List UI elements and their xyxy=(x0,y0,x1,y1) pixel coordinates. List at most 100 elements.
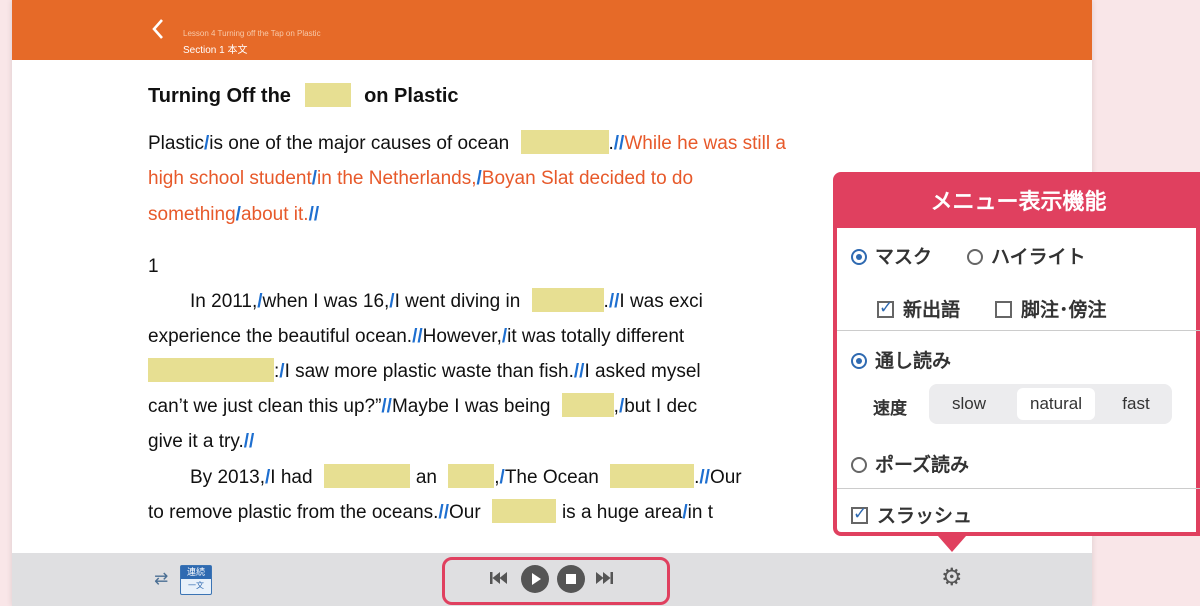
text-chunk: Our xyxy=(709,467,742,488)
masked-word[interactable] xyxy=(448,464,495,488)
back-chevron-icon[interactable] xyxy=(151,18,173,42)
passage-title: Turning Off the on Plastic xyxy=(148,82,459,110)
speed-label: 速度 xyxy=(873,399,907,418)
footnote-label: 脚注･傍注 xyxy=(1021,300,1107,321)
slash-mark: // xyxy=(381,396,392,417)
text-line: to remove plastic from the oceans.//Our … xyxy=(148,499,713,527)
title-text: Turning Off the xyxy=(148,85,291,107)
menu-popup: メニュー表示機能 マスク ハイライト 新出語 脚注･傍注 通し読み 速度 slo… xyxy=(833,172,1200,536)
checkbox-icon xyxy=(995,301,1012,318)
text-line: can’t we just clean this up?”//Maybe I w… xyxy=(148,393,697,421)
repeat-icon[interactable]: ⇄ xyxy=(154,569,168,589)
text-chunk: an xyxy=(415,467,437,488)
highlighted-text: something xyxy=(148,204,236,225)
text-chunk: The Ocean xyxy=(504,467,599,488)
mask-option[interactable]: マスク xyxy=(851,242,932,269)
text-chunk: Maybe I was being xyxy=(391,396,551,417)
text-chunk: but I dec xyxy=(624,396,698,417)
checkbox-checked-icon xyxy=(851,504,868,524)
lesson-title: Lesson 4 Turning off the Tap on Plastic xyxy=(183,29,321,38)
read-through-option[interactable]: 通し読み xyxy=(851,346,951,373)
masked-word[interactable] xyxy=(561,393,614,417)
masked-word[interactable] xyxy=(323,464,410,488)
text-chunk: experience the beautiful ocean. xyxy=(148,326,413,347)
new-words-label: 新出語 xyxy=(903,300,961,321)
text-line: something/about it.// xyxy=(148,201,319,229)
header-bar: Lesson 4 Turning off the Tap on Plastic … xyxy=(12,0,1092,60)
speed-slow[interactable]: slow xyxy=(929,384,1009,424)
text-line: In 2011,/when I was 16,/I went diving in… xyxy=(190,288,703,316)
text-chunk: give it a try. xyxy=(148,431,244,452)
text-chunk: I went diving in xyxy=(394,291,521,312)
read-through-label: 通し読み xyxy=(875,351,952,372)
text-chunk: In 2011, xyxy=(190,291,258,312)
highlight-option[interactable]: ハイライト xyxy=(967,242,1086,269)
pause-read-option[interactable]: ポーズ読み xyxy=(851,450,969,477)
text-chunk: is one of the major causes of ocean xyxy=(209,133,510,154)
highlight-label: ハイライト xyxy=(991,247,1086,268)
text-chunk: By 2013, xyxy=(190,467,265,488)
divider xyxy=(837,488,1200,489)
slash-label: スラッシュ xyxy=(877,506,973,527)
new-words-checkbox[interactable]: 新出語 xyxy=(877,295,960,322)
masked-word[interactable] xyxy=(304,83,351,107)
text-chunk: I saw more plastic waste than fish. xyxy=(284,361,574,382)
highlighted-text: Boyan Slat decided to do xyxy=(481,168,694,189)
radio-selected-icon xyxy=(851,353,867,369)
masked-word[interactable] xyxy=(148,358,274,382)
checkbox-checked-icon xyxy=(877,298,894,318)
text-line: give it a try.// xyxy=(148,428,254,456)
highlighted-text: about it. xyxy=(240,204,309,225)
highlighted-text: While he was still a xyxy=(624,133,786,154)
footnote-checkbox[interactable]: 脚注･傍注 xyxy=(995,295,1107,322)
text-line: :/I saw more plastic waste than fish.//I… xyxy=(148,358,701,386)
text-line: high school student/in the Netherlands,/… xyxy=(148,165,693,193)
text-chunk: Plastic xyxy=(148,133,204,154)
text-line: experience the beautiful ocean.//However… xyxy=(148,323,684,351)
text-chunk: I was exci xyxy=(619,291,703,312)
masked-word[interactable] xyxy=(491,499,556,523)
speed-natural[interactable]: natural xyxy=(1017,388,1095,420)
masked-word[interactable] xyxy=(531,288,604,312)
toggle-bottom-label: 一文 xyxy=(188,581,204,590)
slash-mark: // xyxy=(613,133,625,154)
text-chunk: can’t we just clean this up?” xyxy=(148,396,382,417)
gear-icon[interactable]: ⚙ xyxy=(941,566,963,590)
player-controls-highlight xyxy=(442,557,670,605)
text-chunk: is a huge area xyxy=(561,502,683,523)
menu-title: メニュー表示機能 xyxy=(837,176,1200,228)
mask-label: マスク xyxy=(875,247,933,268)
continuous-sentence-toggle[interactable]: 連続 一文 xyxy=(180,565,212,595)
text-chunk: in t xyxy=(687,502,714,523)
popup-pointer xyxy=(938,536,966,552)
divider xyxy=(837,330,1200,331)
slash-mark: // xyxy=(243,431,255,452)
speed-fast[interactable]: fast xyxy=(1101,384,1171,424)
text-chunk: I had xyxy=(270,467,313,488)
slash-mark: // xyxy=(573,361,585,382)
radio-icon xyxy=(851,457,867,473)
slash-checkbox[interactable]: スラッシュ xyxy=(851,501,972,528)
masked-word[interactable] xyxy=(610,464,695,488)
highlighted-text: high school student xyxy=(148,168,312,189)
toggle-top-label: 連続 xyxy=(181,566,211,579)
title-text: on Plastic xyxy=(364,85,459,107)
text-chunk: Our xyxy=(448,502,481,523)
radio-icon xyxy=(967,249,983,265)
text-chunk: it was totally different xyxy=(507,326,685,347)
text-chunk: when I was 16, xyxy=(262,291,390,312)
text-line: By 2013,/I had an ,/The Ocean .//Our xyxy=(190,464,742,492)
text-line: Plastic/is one of the major causes of oc… xyxy=(148,130,786,158)
text-chunk: I asked mysel xyxy=(584,361,701,382)
text-chunk: to remove plastic from the oceans. xyxy=(148,502,439,523)
slash-mark: // xyxy=(308,204,320,225)
highlighted-text: in the Netherlands, xyxy=(317,168,477,189)
text-chunk: However, xyxy=(422,326,502,347)
slash-mark: // xyxy=(608,291,620,312)
slash-mark: // xyxy=(412,326,423,347)
pause-read-label: ポーズ読み xyxy=(875,455,970,476)
section-title: Section 1 本文 xyxy=(183,45,248,56)
slash-mark: // xyxy=(699,467,710,488)
paragraph-number: 1 xyxy=(148,256,159,277)
masked-word[interactable] xyxy=(520,130,609,154)
